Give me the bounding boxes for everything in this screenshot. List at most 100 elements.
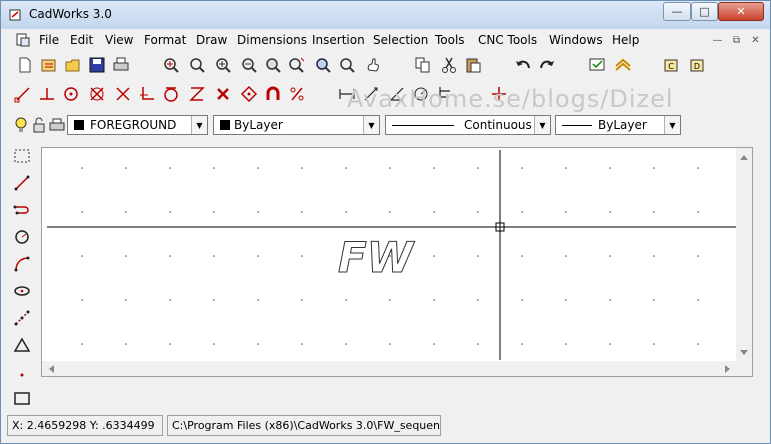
select-rectangle-icon[interactable] bbox=[11, 145, 33, 167]
layers-icon[interactable] bbox=[613, 55, 633, 75]
save-icon[interactable] bbox=[87, 55, 107, 75]
grid-dot bbox=[257, 167, 259, 169]
zoom-in-icon[interactable] bbox=[213, 55, 233, 75]
menu-format[interactable]: Format bbox=[144, 33, 186, 47]
snap-endpoint-icon[interactable] bbox=[13, 84, 33, 104]
zoom-window-icon[interactable] bbox=[161, 55, 181, 75]
snap-corner-icon[interactable] bbox=[137, 84, 157, 104]
menu-insertion[interactable]: Insertion bbox=[312, 33, 365, 47]
properties-icon[interactable] bbox=[587, 55, 607, 75]
snap-node-icon[interactable] bbox=[239, 84, 259, 104]
snap-percent-icon[interactable] bbox=[287, 84, 307, 104]
app-icon bbox=[9, 8, 23, 22]
grid-dot bbox=[521, 255, 523, 257]
polygon-tool-icon[interactable] bbox=[11, 334, 33, 356]
rectangle-tool-icon[interactable] bbox=[11, 387, 33, 409]
menu-dimensions[interactable]: Dimensions bbox=[237, 33, 307, 47]
paste-icon[interactable] bbox=[463, 55, 483, 75]
menu-help[interactable]: Help bbox=[612, 33, 639, 47]
document-menu-icon[interactable] bbox=[15, 32, 31, 48]
bulb-icon[interactable] bbox=[11, 115, 31, 135]
grid-dot bbox=[697, 211, 699, 213]
mdi-close-button[interactable]: ✕ bbox=[748, 33, 763, 47]
grid-dot bbox=[609, 255, 611, 257]
snap-midpoint-icon[interactable] bbox=[187, 84, 207, 104]
menu-file[interactable]: File bbox=[39, 33, 59, 47]
zoom-previous-icon[interactable] bbox=[313, 55, 333, 75]
circle-tool-icon[interactable] bbox=[11, 226, 33, 248]
grid-dot bbox=[345, 211, 347, 213]
mdi-restore-button[interactable]: ⧉ bbox=[729, 33, 744, 47]
cut-icon[interactable] bbox=[439, 55, 459, 75]
open-folder-icon[interactable] bbox=[63, 55, 83, 75]
menu-draw[interactable]: Draw bbox=[196, 33, 227, 47]
grid-dot bbox=[301, 343, 303, 345]
grid-dot bbox=[213, 167, 215, 169]
point-tool-icon[interactable] bbox=[11, 361, 33, 383]
chevron-down-icon[interactable]: ▼ bbox=[363, 116, 379, 134]
zoom-realtime-icon[interactable] bbox=[263, 55, 283, 75]
search-icon[interactable] bbox=[337, 55, 357, 75]
zoom-extents-icon[interactable] bbox=[287, 55, 307, 75]
menu-selection[interactable]: Selection bbox=[373, 33, 428, 47]
grid-dot bbox=[521, 299, 523, 301]
chevron-down-icon[interactable]: ▼ bbox=[191, 116, 207, 134]
menu-windows[interactable]: Windows bbox=[549, 33, 603, 47]
maximize-button[interactable]: □ bbox=[691, 2, 718, 21]
menu-edit[interactable]: Edit bbox=[70, 33, 93, 47]
layer-select[interactable]: FOREGROUND ▼ bbox=[67, 115, 208, 135]
snap-magnet-icon[interactable] bbox=[263, 84, 283, 104]
snap-center-icon[interactable] bbox=[61, 84, 81, 104]
linetype-value: Continuous bbox=[464, 118, 532, 132]
menu-tools[interactable]: Tools bbox=[435, 33, 465, 47]
grid-dot bbox=[565, 211, 567, 213]
undo-icon[interactable] bbox=[513, 55, 533, 75]
zoom-all-icon[interactable] bbox=[187, 55, 207, 75]
block-icon[interactable]: C bbox=[661, 55, 681, 75]
color-select[interactable]: ByLayer ▼ bbox=[213, 115, 380, 135]
open-template-icon[interactable] bbox=[39, 55, 59, 75]
line-tool-icon[interactable] bbox=[11, 172, 33, 194]
polyline-tool-icon[interactable] bbox=[11, 199, 33, 221]
title-bar[interactable]: CadWorks 3.0 — □ ✕ bbox=[1, 1, 770, 29]
drawing-area[interactable]: FW bbox=[41, 147, 753, 377]
grid-dot bbox=[565, 299, 567, 301]
snap-perpendicular-icon[interactable] bbox=[37, 84, 57, 104]
chevron-down-icon[interactable]: ▼ bbox=[534, 116, 550, 134]
vertical-scrollbar[interactable] bbox=[736, 148, 752, 362]
grid-dot bbox=[169, 211, 171, 213]
chevron-down-icon[interactable]: ▼ bbox=[664, 116, 680, 134]
snap-cross-icon[interactable] bbox=[113, 84, 133, 104]
grid-dot bbox=[477, 167, 479, 169]
grid-dot bbox=[257, 255, 259, 257]
ellipse-tool-icon[interactable] bbox=[11, 280, 33, 302]
status-bar: X: 2.4659298 Y: .6334499 C:\Program File… bbox=[3, 413, 768, 441]
new-file-icon[interactable] bbox=[15, 55, 35, 75]
print-icon[interactable] bbox=[111, 55, 131, 75]
spline-tool-icon[interactable] bbox=[11, 307, 33, 329]
horizontal-scrollbar[interactable] bbox=[42, 361, 737, 376]
snap-tangent-icon[interactable] bbox=[161, 84, 181, 104]
close-button[interactable]: ✕ bbox=[718, 2, 764, 21]
layer-print-icon[interactable] bbox=[47, 115, 67, 135]
lineweight-select[interactable]: ByLayer ▼ bbox=[555, 115, 681, 135]
pan-icon[interactable] bbox=[363, 55, 383, 75]
copy-icon[interactable] bbox=[413, 55, 433, 75]
grid-dot bbox=[345, 167, 347, 169]
lock-icon[interactable] bbox=[29, 115, 49, 135]
grid-dot bbox=[125, 211, 127, 213]
mdi-minimize-button[interactable]: — bbox=[710, 33, 725, 47]
drawing-canvas[interactable]: FW bbox=[42, 148, 737, 362]
coordinate-readout: X: 2.4659298 Y: .6334499 bbox=[7, 415, 163, 436]
minimize-button[interactable]: — bbox=[663, 2, 691, 21]
zoom-out-icon[interactable] bbox=[239, 55, 259, 75]
document-icon[interactable]: D bbox=[687, 55, 707, 75]
snap-nearest-icon[interactable] bbox=[213, 84, 233, 104]
linetype-select[interactable]: Continuous ▼ bbox=[385, 115, 551, 135]
arc-tool-icon[interactable] bbox=[11, 253, 33, 275]
grid-dot bbox=[125, 343, 127, 345]
snap-intersection-icon[interactable] bbox=[87, 84, 107, 104]
redo-icon[interactable] bbox=[537, 55, 557, 75]
menu-view[interactable]: View bbox=[105, 33, 133, 47]
menu-cnc-tools[interactable]: CNC Tools bbox=[478, 33, 537, 47]
